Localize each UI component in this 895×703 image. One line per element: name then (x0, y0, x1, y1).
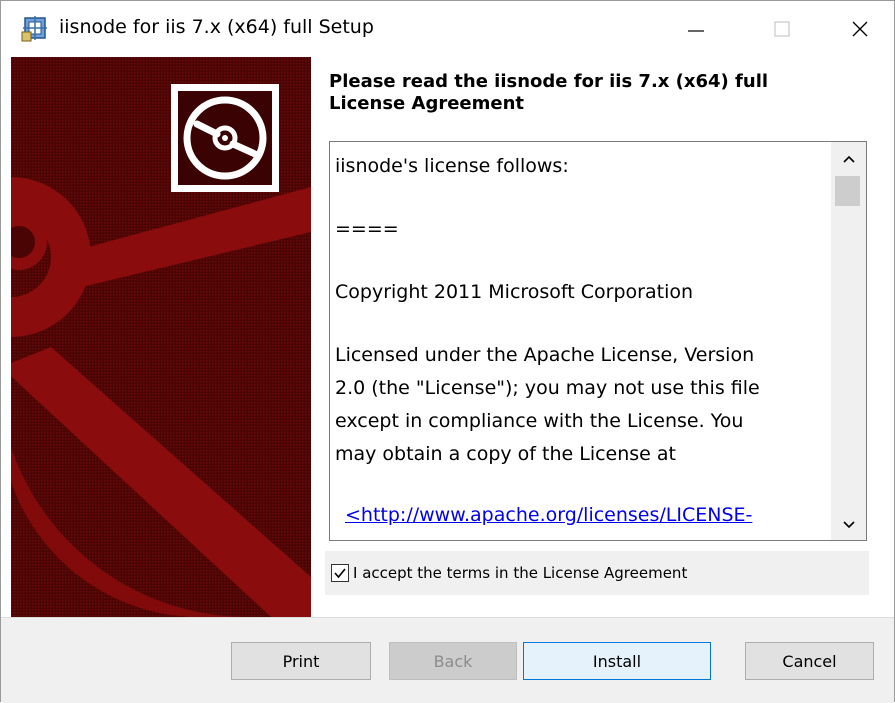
apache-license-link[interactable]: <http://www.apache.org/licenses/LICENSE- (345, 499, 827, 532)
license-text-area[interactable]: iisnode's license follows: ==== Copyrigh… (329, 141, 867, 541)
cd-disc-icon (171, 84, 279, 192)
accept-checkbox[interactable] (331, 564, 349, 582)
scroll-thumb[interactable] (835, 176, 860, 206)
cancel-button[interactable]: Cancel (745, 642, 874, 680)
minimize-button[interactable] (667, 1, 725, 57)
banner-image (11, 57, 311, 617)
print-button[interactable]: Print (231, 642, 371, 680)
title-bar[interactable]: iisnode for iis 7.x (x64) full Setup (1, 1, 894, 57)
checkmark-icon (334, 568, 346, 579)
install-button[interactable]: Install (523, 642, 711, 680)
maximize-button[interactable] (753, 1, 811, 57)
accept-terms-row[interactable]: I accept the terms in the License Agreem… (325, 551, 869, 595)
back-button[interactable]: Back (389, 642, 517, 680)
license-line: 2.0 (the "License"); you may not use thi… (335, 377, 760, 399)
license-paragraph: ==== (335, 218, 399, 240)
license-content: iisnode's license follows: ==== Copyrigh… (335, 150, 827, 532)
license-line: Licensed under the Apache License, Versi… (335, 344, 755, 366)
license-paragraph: Copyright 2011 Microsoft Corporation (335, 281, 694, 303)
scroll-up-button[interactable] (831, 144, 866, 174)
chevron-down-icon (843, 521, 855, 529)
installer-package-icon (21, 16, 47, 42)
button-bar: Print Back Install Cancel (1, 617, 894, 703)
vertical-scrollbar[interactable] (831, 142, 866, 540)
license-line: may obtain a copy of the License at (335, 443, 677, 465)
apache-license-paragraph: Licensed under the Apache License, Versi… (335, 339, 827, 471)
license-line: except in compliance with the License. Y… (335, 410, 744, 432)
minimize-icon (688, 30, 704, 32)
close-button[interactable] (831, 1, 889, 57)
close-icon (852, 21, 868, 37)
page-heading: Please read the iisnode for iis 7.x (x64… (329, 71, 869, 115)
window-title: iisnode for iis 7.x (x64) full Setup (59, 16, 374, 38)
license-paragraph: iisnode's license follows: (335, 155, 569, 177)
maximize-icon (774, 21, 790, 37)
chevron-up-icon (843, 155, 855, 163)
scroll-down-button[interactable] (831, 510, 866, 540)
heading-line-2: License Agreement (329, 93, 525, 114)
setup-window: iisnode for iis 7.x (x64) full Setup Ple… (0, 0, 895, 703)
accept-label[interactable]: I accept the terms in the License Agreem… (353, 564, 687, 582)
heading-line-1: Please read the iisnode for iis 7.x (x64… (329, 71, 769, 92)
